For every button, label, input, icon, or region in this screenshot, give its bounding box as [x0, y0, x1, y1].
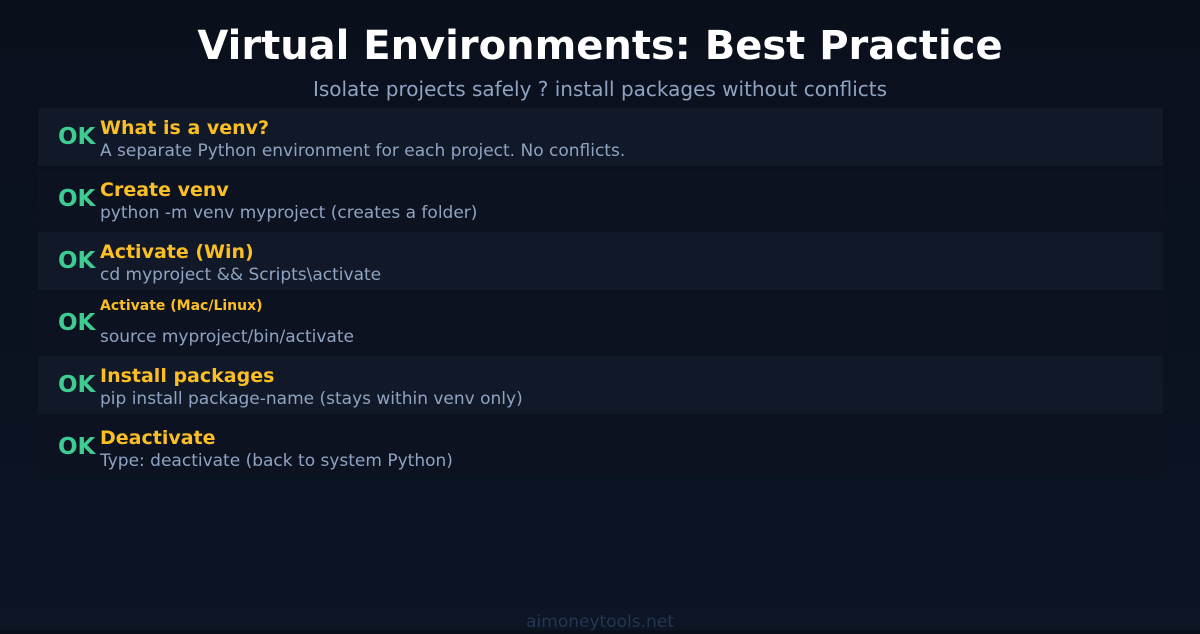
item-description: A separate Python environment for each p… — [100, 141, 626, 161]
item-description: Type: deactivate (back to system Python) — [100, 451, 453, 471]
item-title: Deactivate — [100, 427, 216, 449]
checklist-item-what-is-venv: OK What is a venv? A separate Python env… — [38, 108, 1163, 166]
ok-badge: OK — [58, 372, 96, 398]
ok-badge: OK — [58, 124, 96, 150]
item-title: Install packages — [100, 365, 275, 387]
checklist-item-activate-mac-linux: OK Activate (Mac/Linux) source myproject… — [38, 294, 1163, 352]
footer-site-url: aimoneytools.net — [526, 612, 674, 632]
checklist-item-create-venv: OK Create venv python -m venv myproject … — [38, 170, 1163, 228]
page-subtitle: Isolate projects safely ? install packag… — [312, 77, 888, 101]
ok-badge: OK — [58, 310, 96, 336]
checklist-item-activate-win: OK Activate (Win) cd myproject && Script… — [38, 232, 1163, 290]
item-description: python -m venv myproject (creates a fold… — [100, 203, 478, 223]
item-title: Activate (Mac/Linux) — [100, 298, 263, 314]
checklist-item-install-packages: OK Install packages pip install package-… — [38, 356, 1163, 414]
item-description: pip install package-name (stays within v… — [100, 389, 523, 409]
item-title: Create venv — [100, 179, 229, 201]
item-description: source myproject/bin/activate — [100, 327, 354, 347]
ok-badge: OK — [58, 248, 96, 274]
checklist: OK What is a venv? A separate Python env… — [38, 108, 1163, 480]
item-description: cd myproject && Scripts\activate — [100, 265, 382, 285]
ok-badge: OK — [58, 434, 96, 460]
item-title: What is a venv? — [100, 117, 270, 139]
ok-badge: OK — [58, 186, 96, 212]
checklist-item-deactivate: OK Deactivate Type: deactivate (back to … — [38, 418, 1163, 476]
item-title: Activate (Win) — [100, 241, 254, 263]
page-title: Virtual Environments: Best Practice — [197, 23, 1003, 69]
